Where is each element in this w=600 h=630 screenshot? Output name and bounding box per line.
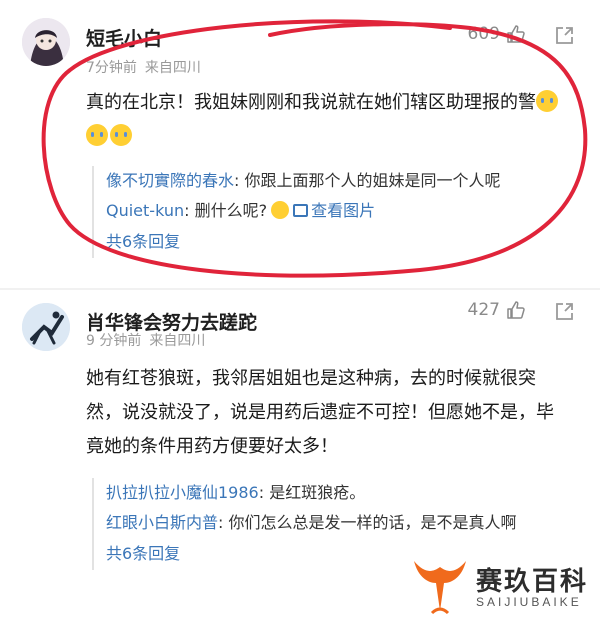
reply-author[interactable]: 红眼小白斯内普 [106,513,218,532]
comment-meta: 9 分钟前 来自四川 [86,330,205,350]
thumbs-up-icon [507,25,525,43]
watermark-title: 赛玖百科 [476,567,589,597]
thumbs-up-icon [507,301,525,319]
reply-text: : 你们怎么总是发一样的话，是不是真人啊 [218,513,517,532]
like-count: 427 [467,300,500,320]
like-button[interactable]: 609 [468,24,526,44]
avatar[interactable] [22,18,70,66]
location: 来自四川 [149,333,206,349]
reply-text: : 你跟上面那个人的姐妹是同一个人呢 [234,171,501,190]
username[interactable]: 短毛小白 [86,24,162,51]
view-image-label: 查看图片 [311,201,376,220]
watermark-logo: 赛玖百科 SAIJIUBAIKE [410,553,596,619]
share-icon[interactable] [552,24,576,48]
reply-list: 像不切實際的春水: 你跟上面那个人的姐妹是同一个人呢 Quiet-kun: 删什… [92,166,572,258]
whale-tail-icon [414,561,466,615]
comment-1: 短毛小白 7分钟前 来自四川 609 真的在北京！我姐妹刚刚和我说就在她们辖区助理… [0,0,600,290]
like-count: 609 [467,24,500,44]
view-image-link[interactable]: 查看图片 [293,201,375,220]
avatar[interactable] [22,303,70,351]
timestamp: 9 分钟前 [86,333,142,349]
reply-author[interactable]: Quiet-kun [106,201,184,220]
timestamp: 7分钟前 [86,60,137,76]
comment-body: 真的在北京！我姐妹刚刚和我说就在她们辖区助理报的警 [86,92,536,113]
reply-item[interactable]: 红眼小白斯内普: 你们怎么总是发一样的话，是不是真人啊 [106,508,572,538]
watermark-subtitle: SAIJIUBAIKE [476,595,582,609]
reply-author[interactable]: 扒拉扒拉小魔仙1986 [106,483,259,502]
location: 来自四川 [144,60,201,76]
crying-emoji-icon [536,90,558,112]
comment-text: 她有红苍狼斑，我邻居姐姐也是这种病，去的时候就很突然，说没就没了，说是用药后遗症… [86,368,554,457]
reply-text: : 删什么呢? [184,201,268,220]
crying-emoji-icon [86,124,108,146]
reply-text: : 是红斑狼疮。 [258,483,366,502]
reply-item[interactable]: 像不切實際的春水: 你跟上面那个人的姐妹是同一个人呢 [106,166,572,196]
crying-emoji-icon [110,124,132,146]
reply-item[interactable]: 扒拉扒拉小魔仙1986: 是红斑狼疮。 [106,478,572,508]
comment-meta: 7分钟前 来自四川 [86,57,201,77]
emoji-icon [271,201,290,219]
like-button[interactable]: 427 [468,300,526,320]
image-icon [293,204,309,217]
share-icon[interactable] [552,300,576,324]
reply-author[interactable]: 像不切實際的春水 [106,171,234,190]
more-replies-link[interactable]: 共6条回复 [106,226,572,258]
comment-text: 真的在北京！我姐妹刚刚和我说就在她们辖区助理报的警 [86,86,566,154]
reply-item[interactable]: Quiet-kun: 删什么呢? 查看图片 [106,196,572,226]
